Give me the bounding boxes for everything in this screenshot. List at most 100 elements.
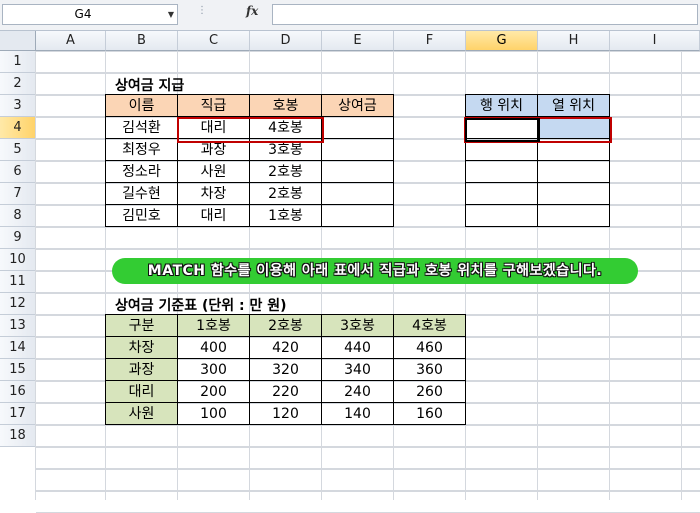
row-header-2[interactable]: 2 (0, 73, 36, 95)
standard-header-cell[interactable]: 4호봉 (393, 314, 466, 337)
bonus-data-cell[interactable]: 길수현 (105, 182, 178, 205)
standard-data-cell[interactable]: 240 (321, 380, 394, 403)
name-box-dropdown-icon[interactable]: ▼ (168, 5, 174, 24)
row-header-11[interactable]: 11 (0, 271, 36, 293)
bonus-data-cell[interactable]: 2호봉 (249, 160, 322, 183)
row-header-3[interactable]: 3 (0, 95, 36, 117)
grid-line (36, 468, 700, 469)
grid-line (36, 72, 700, 73)
row-header-1[interactable]: 1 (0, 51, 36, 73)
standard-data-cell[interactable]: 320 (249, 358, 322, 381)
formula-input[interactable] (272, 4, 698, 25)
standard-row-label[interactable]: 대리 (105, 380, 178, 403)
row-header-17[interactable]: 17 (0, 403, 36, 425)
bonus-header-cell[interactable]: 상여금 (321, 94, 394, 117)
row-header-15[interactable]: 15 (0, 359, 36, 381)
instruction-text: MATCH 함수를 이용해 아래 표에서 직급과 호봉 위치를 구해보겠습니다. (147, 263, 603, 279)
position-result-cell[interactable] (465, 204, 538, 227)
column-header-a[interactable]: A (36, 31, 106, 51)
row-header-8[interactable]: 8 (0, 205, 36, 227)
standard-row-label[interactable]: 사원 (105, 402, 178, 425)
position-result-cell[interactable] (537, 182, 610, 205)
column-header-c[interactable]: C (178, 31, 250, 51)
column-header-b[interactable]: B (106, 31, 178, 51)
standard-row-label[interactable]: 차장 (105, 336, 178, 359)
splitter-handle-icon[interactable]: ⋮ (197, 5, 207, 16)
row-header-12[interactable]: 12 (0, 293, 36, 315)
bonus-data-cell[interactable] (321, 160, 394, 183)
active-cell-cursor[interactable] (465, 118, 540, 142)
grid-line (36, 292, 700, 293)
standard-data-cell[interactable]: 120 (249, 402, 322, 425)
bonus-data-cell[interactable] (321, 138, 394, 161)
grid-line (36, 446, 700, 447)
grid-line (36, 248, 700, 249)
standard-data-cell[interactable]: 200 (177, 380, 250, 403)
bonus-data-cell[interactable] (321, 204, 394, 227)
standard-data-cell[interactable]: 100 (177, 402, 250, 425)
standard-header-cell[interactable]: 구분 (105, 314, 178, 337)
row-header-7[interactable]: 7 (0, 183, 36, 205)
column-header-g[interactable]: G (466, 31, 538, 51)
row-header-6[interactable]: 6 (0, 161, 36, 183)
grid-line (35, 51, 36, 500)
bonus-header-cell[interactable]: 직급 (177, 94, 250, 117)
bonus-data-cell[interactable]: 정소라 (105, 160, 178, 183)
position-result-cell[interactable] (537, 204, 610, 227)
row-header-4[interactable]: 4 (0, 117, 36, 139)
row-header-13[interactable]: 13 (0, 315, 36, 337)
bonus-header-cell[interactable]: 이름 (105, 94, 178, 117)
bonus-header-cell[interactable]: 호봉 (249, 94, 322, 117)
grid-line (36, 490, 700, 491)
bonus-data-cell[interactable] (321, 182, 394, 205)
bonus-data-cell[interactable]: 1호봉 (249, 204, 322, 227)
position-header-cell[interactable]: 행 위치 (465, 94, 538, 117)
standard-data-cell[interactable]: 260 (393, 380, 466, 403)
column-header-i[interactable]: I (610, 31, 700, 51)
bonus-data-cell[interactable]: 사원 (177, 160, 250, 183)
insert-function-button[interactable]: fx (246, 4, 258, 18)
row-header-18[interactable]: 18 (0, 425, 36, 447)
row-header-10[interactable]: 10 (0, 249, 36, 271)
standard-data-cell[interactable]: 300 (177, 358, 250, 381)
select-all-corner[interactable] (0, 31, 36, 51)
bonus-data-cell[interactable]: 김민호 (105, 204, 178, 227)
position-result-cell[interactable] (537, 160, 610, 183)
standard-data-cell[interactable]: 440 (321, 336, 394, 359)
lookup-highlight-box (177, 117, 324, 143)
position-result-cell[interactable] (465, 160, 538, 183)
bonus-data-cell[interactable]: 대리 (177, 204, 250, 227)
position-result-cell[interactable] (465, 182, 538, 205)
standard-header-cell[interactable]: 3호봉 (321, 314, 394, 337)
bonus-data-cell[interactable]: 최정우 (105, 138, 178, 161)
name-box[interactable]: G4 ▼ (2, 4, 178, 25)
standard-data-cell[interactable]: 220 (249, 380, 322, 403)
instruction-banner: MATCH 함수를 이용해 아래 표에서 직급과 호봉 위치를 구해보겠습니다. (112, 258, 638, 284)
bonus-data-cell[interactable]: 2호봉 (249, 182, 322, 205)
row-header-5[interactable]: 5 (0, 139, 36, 161)
column-header-e[interactable]: E (322, 31, 394, 51)
standard-header-cell[interactable]: 1호봉 (177, 314, 250, 337)
standard-data-cell[interactable]: 420 (249, 336, 322, 359)
standard-data-cell[interactable]: 360 (393, 358, 466, 381)
position-header-cell[interactable]: 열 위치 (537, 94, 610, 117)
column-header-f[interactable]: F (394, 31, 466, 51)
standard-header-cell[interactable]: 2호봉 (249, 314, 322, 337)
formula-bar: G4 ▼ ⋮ fx (0, 0, 700, 31)
row-header-16[interactable]: 16 (0, 381, 36, 403)
standard-data-cell[interactable]: 400 (177, 336, 250, 359)
standard-data-cell[interactable]: 340 (321, 358, 394, 381)
name-box-value: G4 (74, 7, 92, 21)
bonus-data-cell[interactable]: 차장 (177, 182, 250, 205)
grid-line (681, 51, 682, 500)
standard-data-cell[interactable]: 140 (321, 402, 394, 425)
row-header-14[interactable]: 14 (0, 337, 36, 359)
column-header-h[interactable]: H (538, 31, 610, 51)
standard-data-cell[interactable]: 460 (393, 336, 466, 359)
standard-row-label[interactable]: 과장 (105, 358, 178, 381)
bonus-data-cell[interactable]: 김석환 (105, 116, 178, 139)
bonus-data-cell[interactable] (321, 116, 394, 139)
row-header-9[interactable]: 9 (0, 227, 36, 249)
standard-data-cell[interactable]: 160 (393, 402, 466, 425)
column-header-d[interactable]: D (250, 31, 322, 51)
